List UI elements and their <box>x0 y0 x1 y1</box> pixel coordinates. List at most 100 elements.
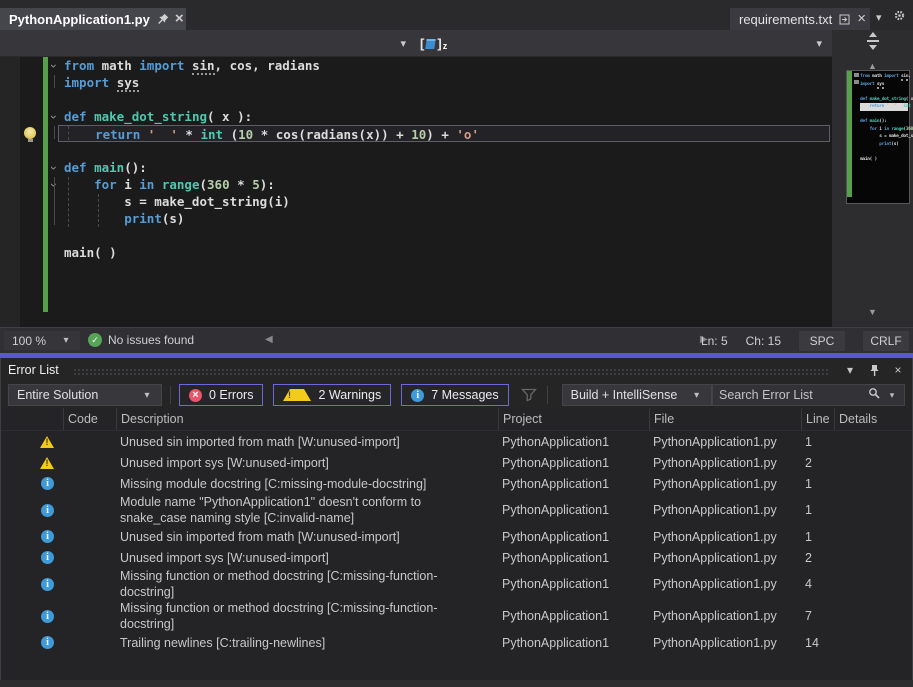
info-icon <box>411 389 424 402</box>
error-row[interactable]: Unused import sys [W:unused-import]Pytho… <box>1 547 912 568</box>
health-check-icon[interactable]: ✓ <box>88 333 102 347</box>
info-icon <box>41 578 54 591</box>
code-line[interactable]: main( ) <box>58 244 830 261</box>
hscroll-left-icon[interactable]: ◀ <box>265 334 273 345</box>
code-lines: from math import sin, cos, radiansimport… <box>58 57 830 261</box>
cell-proj: PythonApplication1 <box>498 577 649 591</box>
cell-sev <box>1 457 63 469</box>
code-line[interactable] <box>58 91 830 108</box>
cell-file: PythonApplication1.py <box>649 551 801 565</box>
column-header-description[interactable]: Description <box>116 408 498 430</box>
drag-handle[interactable] <box>73 368 829 375</box>
search-error-list-input[interactable]: Search Error List ▾ <box>712 384 905 406</box>
cell-desc: Module name "PythonApplication1" doesn't… <box>116 494 498 526</box>
pin-icon[interactable] <box>157 12 168 26</box>
cell-sev <box>1 636 63 649</box>
info-icon <box>41 636 54 649</box>
panel-title-bar[interactable]: Error List ▾ × <box>0 358 913 382</box>
close-icon[interactable]: × <box>857 12 866 26</box>
health-status[interactable]: No issues found <box>108 333 194 347</box>
source-filter-select[interactable]: Build + IntelliSense ▾ <box>562 384 712 406</box>
code-line[interactable] <box>58 227 830 244</box>
error-row[interactable]: Unused sin imported from math [W:unused-… <box>1 431 912 452</box>
chevron-down-icon: ▾ <box>691 390 703 401</box>
tab-list-chevron-icon[interactable]: ▾ <box>876 11 882 24</box>
keep-open-icon[interactable] <box>839 12 850 26</box>
cell-proj: PythonApplication1 <box>498 456 649 470</box>
structure-guide <box>54 177 55 225</box>
tab-pythonapplication1[interactable]: PythonApplication1.py × <box>0 8 186 30</box>
code-line[interactable]: def main(): <box>58 159 830 176</box>
error-row[interactable]: Missing function or method docstring [C:… <box>1 568 912 600</box>
collapse-chevron-icon[interactable]: › <box>47 111 61 123</box>
project-dropdown[interactable]: ▾ <box>0 30 412 56</box>
warnings-label: 2 Warnings <box>318 388 381 402</box>
messages-filter-button[interactable]: 7 Messages <box>401 384 508 406</box>
cell-sev <box>1 477 63 490</box>
line-indicator[interactable]: Ln: 5 <box>701 334 728 348</box>
code-line[interactable]: import sys <box>58 74 830 91</box>
gear-icon[interactable] <box>893 9 906 27</box>
code-line[interactable]: print(s) <box>58 210 830 227</box>
method-icon: []z <box>420 36 447 51</box>
indent-guide <box>98 194 99 227</box>
scroll-down-icon[interactable]: ▼ <box>832 307 913 317</box>
vertical-scrollbar[interactable]: ▲ from math import sin, cos, radiansimpo… <box>832 57 913 327</box>
errors-filter-button[interactable]: 0 Errors <box>179 384 263 406</box>
tab-requirements[interactable]: requirements.txt × <box>730 8 870 30</box>
scope-select[interactable]: Entire Solution ▾ <box>8 384 162 406</box>
cell-file: PythonApplication1.py <box>649 636 801 650</box>
cell-line: 2 <box>801 551 834 565</box>
column-header-severity[interactable] <box>1 408 63 430</box>
window-position-chevron-icon[interactable]: ▾ <box>843 363 857 377</box>
error-row[interactable]: Missing module docstring [C:missing-modu… <box>1 473 912 494</box>
error-row[interactable]: Unused import sys [W:unused-import]Pytho… <box>1 452 912 473</box>
column-header-line[interactable]: Line <box>801 408 834 430</box>
error-row[interactable]: Unused sin imported from math [W:unused-… <box>1 526 912 547</box>
line-ending-indicator[interactable]: CRLF <box>863 331 909 351</box>
collapse-chevron-icon[interactable]: › <box>47 162 61 174</box>
code-line[interactable]: from math import sin, cos, radians <box>58 57 830 74</box>
error-row[interactable]: Trailing newlines [C:trailing-newlines]P… <box>1 632 912 653</box>
close-icon[interactable]: × <box>891 363 905 377</box>
minimap[interactable]: from math import sin, cos, radiansimport… <box>846 70 910 204</box>
column-header-details[interactable]: Details <box>834 408 912 430</box>
error-row[interactable]: Missing function or method docstring [C:… <box>1 600 912 632</box>
code-line[interactable]: for i in range(360 * 5): <box>58 176 830 193</box>
code-line[interactable]: def make_dot_string( x ): <box>58 108 830 125</box>
cell-line: 7 <box>801 609 834 623</box>
column-header-project[interactable]: Project <box>498 408 649 430</box>
cell-line: 14 <box>801 636 834 650</box>
column-header-code[interactable]: Code <box>63 408 116 430</box>
code-line[interactable] <box>58 142 830 159</box>
chevron-down-icon: ▾ <box>886 390 898 401</box>
cell-line: 4 <box>801 577 834 591</box>
error-row[interactable]: Module name "PythonApplication1" doesn't… <box>1 494 912 526</box>
column-header-file[interactable]: File <box>649 408 801 430</box>
document-tab-bar: PythonApplication1.py × requirements.txt… <box>0 0 913 30</box>
cell-line: 1 <box>801 503 834 517</box>
warnings-filter-button[interactable]: 2 Warnings <box>273 384 391 406</box>
column-indicator[interactable]: Ch: 15 <box>746 334 781 348</box>
split-editor-handle[interactable] <box>866 31 880 56</box>
lightbulb-icon[interactable] <box>24 127 36 139</box>
code-editor[interactable]: from math import sin, cos, radiansimport… <box>0 57 832 327</box>
panel-title: Error List <box>8 363 59 377</box>
code-line <box>860 148 908 156</box>
code-line[interactable]: s = make_dot_string(i) <box>58 193 830 210</box>
cell-file: PythonApplication1.py <box>649 477 801 491</box>
navigation-bar: ▾ []z ▾ <box>0 30 832 57</box>
filter-icon[interactable] <box>521 388 537 402</box>
cell-proj: PythonApplication1 <box>498 477 649 491</box>
code-line[interactable]: return ' ' * int (10 * cos(radians(x)) +… <box>58 125 830 142</box>
spaces-indicator[interactable]: SPC <box>799 331 845 351</box>
error-list-toolbar: Entire Solution ▾ 0 Errors 2 Warnings 7 … <box>0 382 913 408</box>
collapse-chevron-icon[interactable]: › <box>47 60 61 72</box>
search-icon[interactable] <box>868 386 880 404</box>
messages-label: 7 Messages <box>431 388 498 402</box>
pin-icon[interactable] <box>867 364 881 377</box>
member-dropdown[interactable]: []z ▾ <box>412 30 832 56</box>
zoom-select[interactable]: 100 % ▾ <box>4 331 80 350</box>
close-icon[interactable]: × <box>175 12 184 26</box>
cell-file: PythonApplication1.py <box>649 456 801 470</box>
